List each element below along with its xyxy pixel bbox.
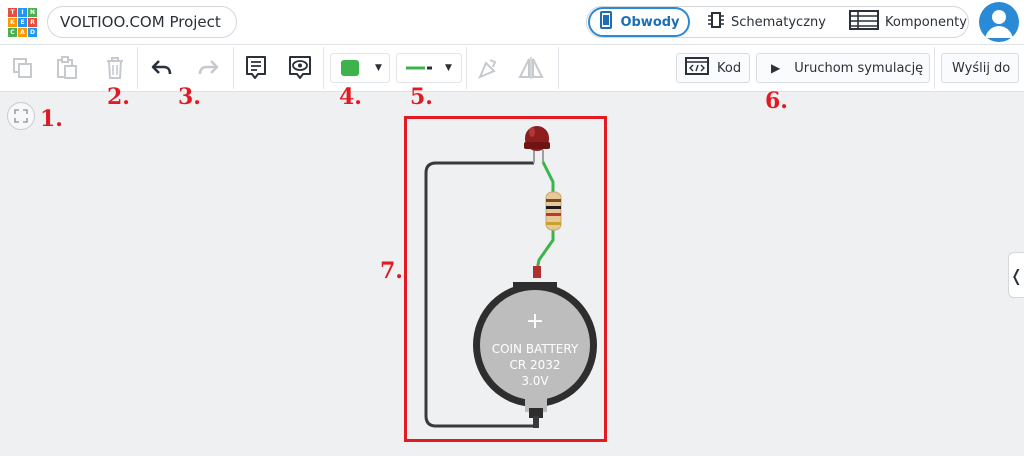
annotation-5: 5. xyxy=(410,84,433,110)
annotation-1: 1. xyxy=(40,106,63,132)
annotation-7: 7. xyxy=(380,258,403,284)
annotation-3: 3. xyxy=(178,84,201,110)
annotation-6: 6. xyxy=(765,88,788,114)
annotation-frame xyxy=(404,116,607,442)
annotation-4: 4. xyxy=(339,84,362,110)
annotation-2: 2. xyxy=(107,84,130,110)
